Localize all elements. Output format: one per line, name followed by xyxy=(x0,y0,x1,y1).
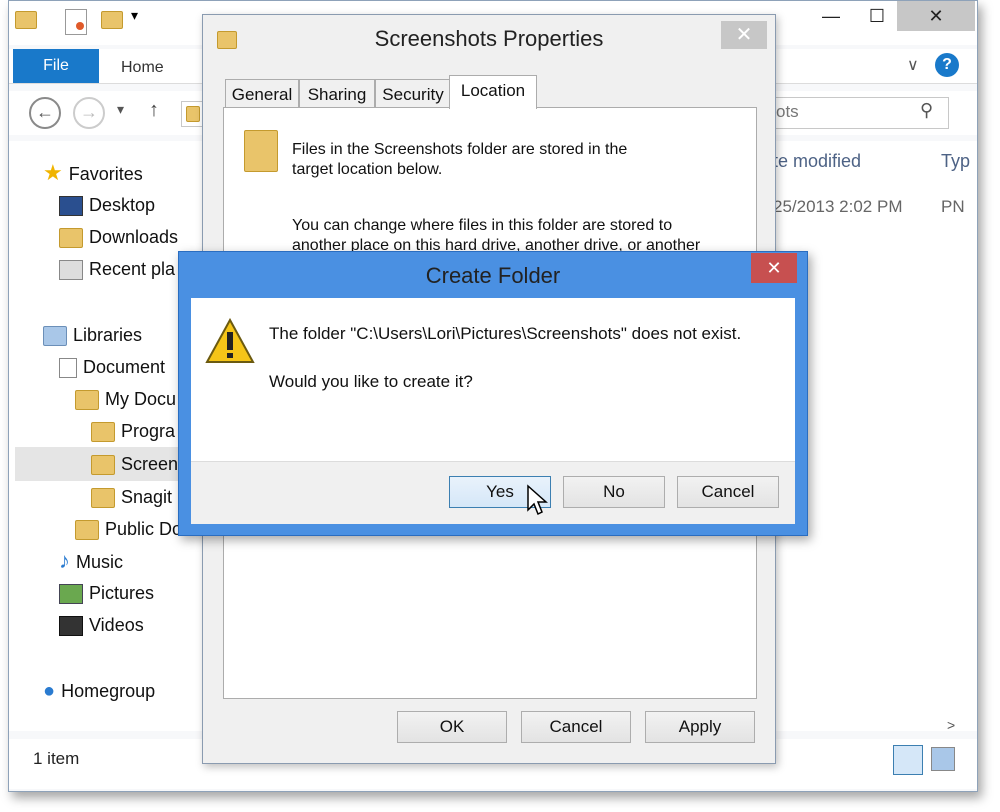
folder-icon xyxy=(91,455,115,476)
downloads-icon xyxy=(59,228,83,249)
search-input[interactable]: ots ⚲ xyxy=(769,97,949,129)
recent-places-icon xyxy=(59,260,83,281)
dialog-footer: Yes No Cancel xyxy=(191,461,795,524)
nav-documents[interactable]: Document xyxy=(59,353,165,381)
help-icon[interactable]: ? xyxy=(935,53,959,77)
nav-label: Favorites xyxy=(68,164,143,184)
nav-videos[interactable]: Videos xyxy=(59,611,144,639)
nav-screenshots[interactable]: Screens xyxy=(91,450,187,478)
pictures-icon xyxy=(59,584,83,605)
tab-file[interactable]: File xyxy=(13,49,99,83)
dialog-title: Create Folder xyxy=(425,263,561,288)
nav-label: Snagit xyxy=(121,487,173,507)
column-type[interactable]: Typ xyxy=(941,151,970,172)
no-button[interactable]: No xyxy=(563,476,665,508)
nav-label: Homegroup xyxy=(61,681,156,701)
nav-label: Libraries xyxy=(73,325,143,345)
cancel-button[interactable]: Cancel xyxy=(521,711,631,743)
nav-label: Downloads xyxy=(89,227,179,247)
warning-icon xyxy=(205,318,255,363)
star-icon: ★ xyxy=(43,160,63,185)
create-folder-dialog: Create Folder ✕ The folder "C:\Users\Lor… xyxy=(178,251,808,536)
nav-downloads[interactable]: Downloads xyxy=(59,223,178,251)
nav-favorites[interactable]: ★ Favorites xyxy=(43,159,143,187)
properties-icon[interactable] xyxy=(65,9,87,35)
nav-libraries[interactable]: Libraries xyxy=(43,321,142,349)
nav-label: Recent pla xyxy=(89,259,176,279)
tab-sharing[interactable]: Sharing xyxy=(299,79,375,108)
tab-location[interactable]: Location xyxy=(449,75,537,109)
back-button[interactable]: ← xyxy=(29,97,61,129)
cancel-button[interactable]: Cancel xyxy=(677,476,779,508)
item-count: 1 item xyxy=(33,749,80,768)
change-line-1: You can change where files in this folde… xyxy=(292,217,673,234)
ok-button[interactable]: OK xyxy=(397,711,507,743)
nav-my-documents[interactable]: My Docu xyxy=(75,385,176,413)
new-folder-icon[interactable] xyxy=(101,11,123,29)
forward-button[interactable]: → xyxy=(73,97,105,129)
large-icons-view-icon[interactable] xyxy=(931,747,955,771)
close-button[interactable]: ✕ xyxy=(897,1,975,31)
info-line-2: target location below. xyxy=(292,161,443,178)
nav-recent-places[interactable]: Recent pla xyxy=(59,255,175,283)
details-view-icon[interactable] xyxy=(893,745,923,775)
maximize-button[interactable]: ☐ xyxy=(855,1,899,31)
search-placeholder: ots xyxy=(776,102,799,121)
nav-label: My Docu xyxy=(105,389,177,409)
folder-icon xyxy=(75,520,99,541)
recent-locations-icon[interactable]: ▾ xyxy=(117,101,124,118)
desktop-icon xyxy=(59,196,83,217)
expand-ribbon-icon[interactable]: ∨ xyxy=(907,55,919,75)
nav-label: Document xyxy=(83,357,166,377)
nav-label: Desktop xyxy=(89,195,156,215)
close-button[interactable]: ✕ xyxy=(721,21,767,49)
question-text: Would you like to create it? xyxy=(269,372,473,391)
mouse-cursor-icon xyxy=(527,484,548,516)
up-button[interactable]: ↑ xyxy=(149,99,159,122)
nav-music[interactable]: ♪ Music xyxy=(59,547,123,575)
folder-icon xyxy=(244,130,278,174)
folder-icon xyxy=(15,11,37,29)
dialog-body: The folder "C:\Users\Lori\Pictures\Scree… xyxy=(191,298,795,461)
tab-security[interactable]: Security xyxy=(375,79,451,108)
search-icon: ⚲ xyxy=(920,100,934,120)
dialog-title: Screenshots Properties xyxy=(374,26,604,51)
error-message: The folder "C:\Users\Lori\Pictures\Scree… xyxy=(269,324,742,343)
nav-label: Videos xyxy=(89,615,144,635)
homegroup-icon: ● xyxy=(43,680,56,702)
nav-homegroup[interactable]: ● Homegroup xyxy=(43,677,155,705)
libraries-icon xyxy=(43,326,67,347)
nav-desktop[interactable]: Desktop xyxy=(59,191,155,219)
nav-public-documents[interactable]: Public Do xyxy=(75,515,182,543)
videos-icon xyxy=(59,616,83,637)
nav-label: Pictures xyxy=(89,583,155,603)
nav-pictures[interactable]: Pictures xyxy=(59,579,154,607)
documents-icon xyxy=(59,358,77,379)
nav-label: Public Do xyxy=(105,519,183,539)
column-date-modified[interactable]: te modified xyxy=(773,151,861,172)
nav-label: Progra xyxy=(121,421,176,441)
apply-button[interactable]: Apply xyxy=(645,711,755,743)
nav-programs[interactable]: Progra xyxy=(91,417,175,445)
file-type: PN xyxy=(941,197,965,216)
folder-icon xyxy=(75,390,99,411)
nav-snagit[interactable]: Snagit xyxy=(91,483,172,511)
music-icon: ♪ xyxy=(59,548,70,573)
tab-general[interactable]: General xyxy=(225,79,299,108)
info-line-1: Files in the Screenshots folder are stor… xyxy=(292,141,628,158)
tab-home[interactable]: Home xyxy=(121,49,164,83)
folder-icon xyxy=(91,488,115,509)
address-bar[interactable] xyxy=(181,101,203,127)
scroll-right-icon[interactable]: > xyxy=(947,717,955,733)
minimize-button[interactable]: — xyxy=(809,1,853,31)
close-button[interactable]: ✕ xyxy=(751,253,797,283)
file-date: 25/2013 2:02 PM xyxy=(773,197,903,216)
customize-toolbar-icon[interactable]: ▾ xyxy=(131,7,138,24)
folder-icon xyxy=(91,422,115,443)
nav-label: Music xyxy=(76,552,124,572)
